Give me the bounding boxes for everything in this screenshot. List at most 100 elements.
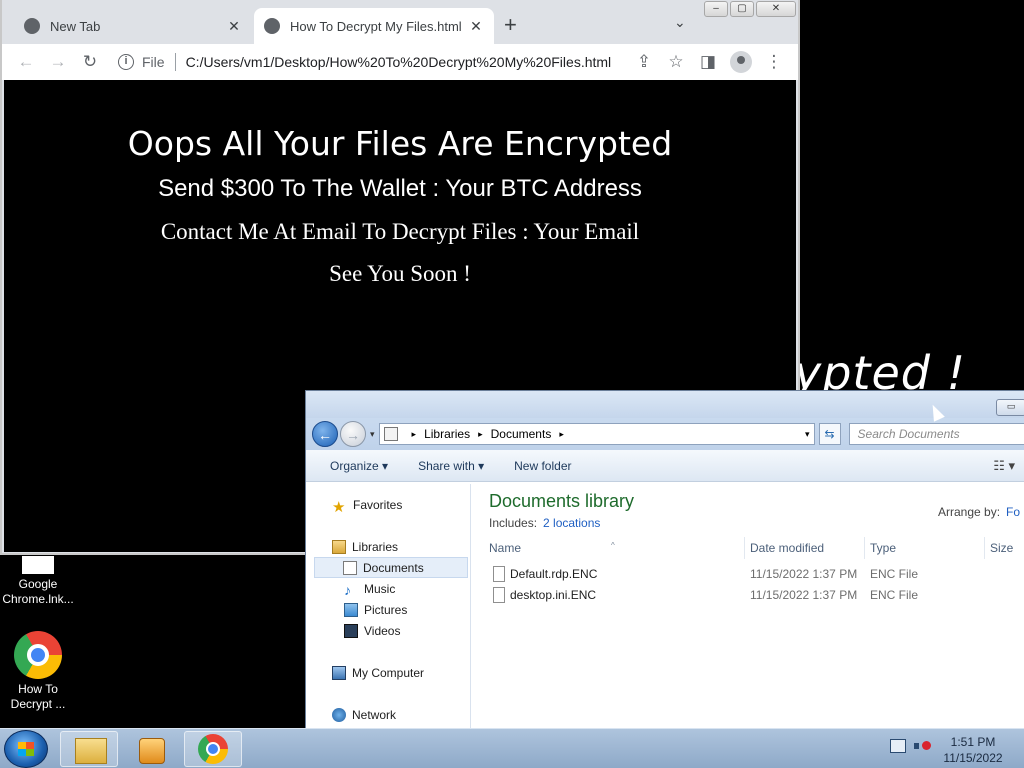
file-name: desktop.ini.ENC	[510, 588, 597, 602]
explorer-body: ★ Favorites Libraries Documents ♪ Music …	[306, 484, 1024, 731]
volume-muted-icon[interactable]	[914, 739, 931, 753]
nav-item-libraries[interactable]: Libraries	[306, 536, 470, 557]
system-clock[interactable]: 1:51 PM 11/15/2022	[940, 734, 1006, 766]
file-type: ENC File	[870, 567, 919, 581]
address-dropdown[interactable]: ▾	[805, 429, 810, 440]
nav-item-favorites[interactable]: ★ Favorites	[306, 494, 470, 516]
side-panel-icon[interactable]: ◨	[692, 52, 724, 72]
recent-pages-dropdown[interactable]: ▾	[370, 429, 375, 440]
minimize-button[interactable]: –	[704, 1, 728, 17]
forward-button[interactable]: →	[340, 421, 366, 447]
nav-item-my-computer[interactable]: My Computer	[306, 662, 470, 683]
includes-locations-link[interactable]: 2 locations	[543, 516, 600, 530]
explorer-window: ▭ ← → ▾ ▸ Libraries ▸ Documents ▸ ▾ ⇆ Se…	[305, 390, 1024, 731]
desktop-icon-decrypt-html[interactable]: How To Decrypt ...	[0, 631, 76, 712]
column-divider[interactable]	[984, 537, 985, 559]
explorer-navbar: ← → ▾ ▸ Libraries ▸ Documents ▸ ▾ ⇆ Sear…	[306, 418, 1024, 450]
tab-strip: New Tab ✕ How To Decrypt My Files.html ✕…	[2, 0, 798, 44]
tab-title: How To Decrypt My Files.html	[290, 18, 462, 34]
column-header-date-modified[interactable]: Date modified	[750, 541, 824, 555]
tab-search-button[interactable]: ⌄	[674, 14, 686, 31]
file-row[interactable]: desktop.ini.ENC 11/15/2022 1:37 PM ENC F…	[471, 585, 1024, 606]
nav-item-label: Documents	[363, 560, 424, 575]
taskbar-explorer-button[interactable]	[60, 731, 118, 767]
share-icon[interactable]: ⇪	[628, 52, 660, 72]
desktop-icon-label: How To Decrypt ...	[10, 682, 66, 711]
reload-button[interactable]: ↻	[74, 52, 106, 72]
tab-title: New Tab	[50, 18, 101, 34]
organize-button[interactable]: Organize ▾	[330, 459, 388, 473]
file-icon	[493, 566, 505, 582]
sort-indicator-icon: ^	[611, 541, 615, 550]
close-icon[interactable]: ✕	[226, 18, 242, 35]
refresh-button[interactable]: ⇆	[818, 423, 841, 445]
library-includes: Includes: 2 locations	[489, 516, 600, 530]
scheme-label: File	[142, 54, 165, 70]
desktop-icon-chrome-shortcut[interactable]: Google Chrome.lnk...	[0, 556, 76, 607]
file-date: 11/15/2022 1:37 PM	[750, 588, 858, 602]
breadcrumb-libraries[interactable]: Libraries	[424, 427, 470, 441]
library-icon	[332, 539, 346, 554]
back-button[interactable]: ←	[312, 421, 338, 447]
nav-item-label: Libraries	[352, 539, 399, 554]
explorer-address-bar[interactable]: ▸ Libraries ▸ Documents ▸ ▾	[378, 423, 815, 445]
folder-icon	[383, 427, 398, 441]
chevron-right-icon[interactable]: ▸	[478, 429, 483, 440]
minimize-button[interactable]: ▭	[996, 399, 1024, 416]
close-icon[interactable]: ✕	[468, 18, 484, 35]
file-date: 11/15/2022 1:37 PM	[750, 567, 858, 581]
breadcrumb-documents[interactable]: Documents	[491, 427, 552, 441]
chrome-icon	[14, 631, 62, 679]
nav-item-music[interactable]: ♪ Music	[306, 578, 470, 599]
shortcut-file-icon	[22, 556, 54, 574]
chevron-right-icon[interactable]: ▸	[412, 429, 417, 440]
column-headers: ^ Name Date modified Type Size	[471, 537, 1024, 559]
maximize-button[interactable]: ▢	[730, 1, 754, 17]
file-name: Default.rdp.ENC	[510, 567, 598, 581]
nav-item-label: Network	[352, 707, 397, 722]
divider	[174, 53, 176, 71]
file-row[interactable]: Default.rdp.ENC 11/15/2022 1:37 PM ENC F…	[471, 564, 1024, 585]
start-button[interactable]	[4, 730, 48, 768]
nav-item-label: Pictures	[364, 602, 408, 617]
view-options-icon[interactable]: ☷ ▾	[993, 458, 1015, 474]
new-folder-button[interactable]: New folder	[514, 459, 571, 473]
chrome-icon	[24, 18, 40, 34]
column-divider[interactable]	[864, 537, 865, 559]
new-tab-button[interactable]: +	[504, 12, 517, 38]
taskbar-chrome-button[interactable]	[184, 731, 242, 767]
forward-button[interactable]: →	[42, 52, 74, 72]
nav-item-pictures[interactable]: Pictures	[306, 599, 470, 620]
nav-item-label: Favorites	[353, 497, 403, 512]
nav-item-network[interactable]: Network	[306, 704, 470, 725]
column-header-size[interactable]: Size	[990, 541, 1013, 555]
info-icon[interactable]: i	[118, 54, 134, 70]
column-header-name[interactable]: Name	[489, 541, 521, 555]
tab-decrypt-files[interactable]: How To Decrypt My Files.html ✕	[254, 8, 494, 44]
window-controls: – ▢ ✕	[704, 1, 796, 17]
url-text[interactable]: C:/Users/vm1/Desktop/How%20To%20Decrypt%…	[186, 54, 614, 70]
nav-item-documents[interactable]: Documents	[314, 557, 468, 578]
chrome-icon	[198, 734, 228, 764]
share-with-button[interactable]: Share with ▾	[418, 459, 484, 473]
tab-new-tab[interactable]: New Tab ✕	[14, 8, 252, 44]
column-divider[interactable]	[744, 537, 745, 559]
explorer-titlebar[interactable]: ▭	[306, 391, 1024, 418]
back-button[interactable]: ←	[10, 52, 42, 72]
bookmark-star-icon[interactable]: ☆	[660, 52, 692, 72]
includes-label: Includes:	[489, 516, 538, 530]
network-icon	[332, 707, 346, 722]
network-tray-icon[interactable]	[890, 739, 906, 753]
profile-avatar[interactable]	[730, 51, 752, 73]
file-list-pane: Documents library Includes: 2 locations A…	[471, 484, 1024, 731]
arrange-by-dropdown[interactable]: Fo	[1006, 505, 1020, 519]
globe-icon	[264, 18, 280, 34]
menu-icon[interactable]: ⋮	[758, 52, 790, 72]
chevron-right-icon[interactable]: ▸	[559, 429, 564, 440]
taskbar-media-player-button[interactable]	[122, 731, 180, 767]
close-window-button[interactable]: ✕	[756, 1, 796, 17]
address-bar[interactable]: i File C:/Users/vm1/Desktop/How%20To%20D…	[112, 47, 620, 77]
column-header-type[interactable]: Type	[870, 541, 896, 555]
nav-item-videos[interactable]: Videos	[306, 620, 470, 641]
search-input[interactable]: Search Documents	[848, 423, 1024, 445]
